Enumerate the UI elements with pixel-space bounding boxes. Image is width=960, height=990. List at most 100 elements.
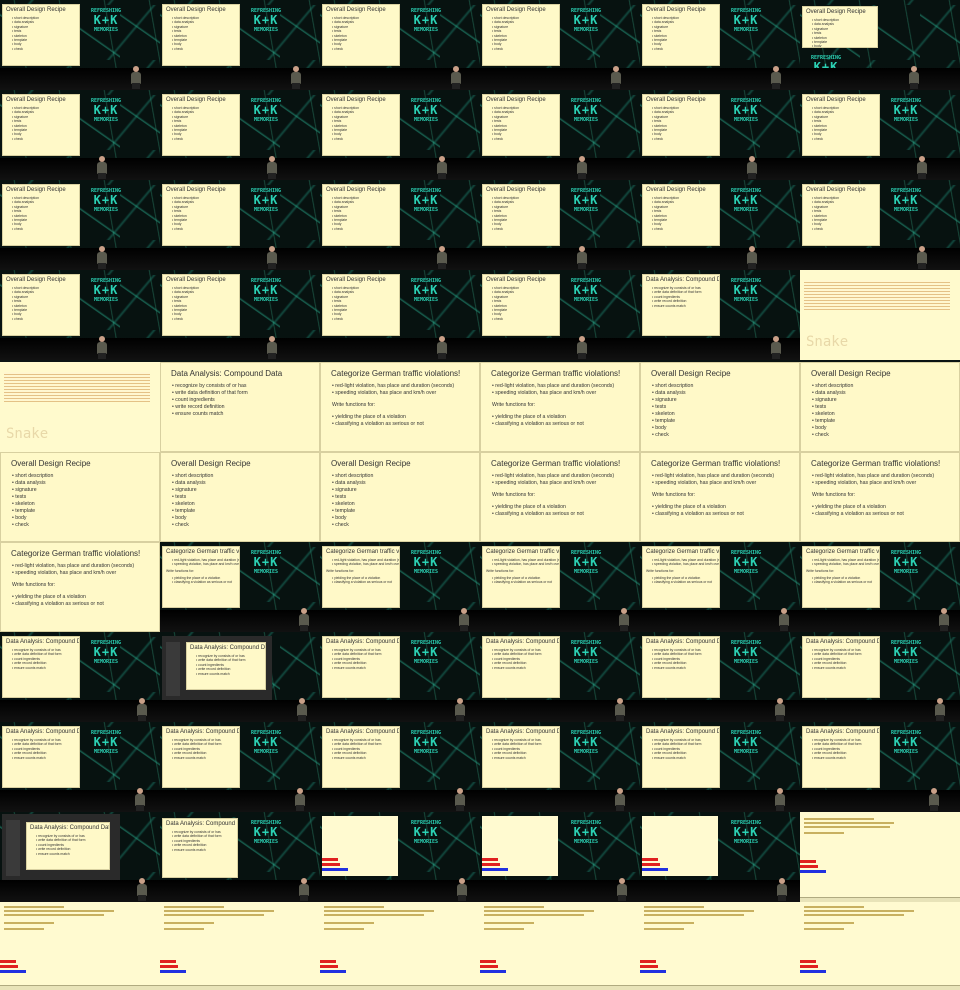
video-frame[interactable]: REFRESHING K+K MEMORIES xyxy=(320,812,480,902)
video-frame[interactable]: Data Analysis: Compound Data recognize by… xyxy=(160,722,320,812)
video-frame[interactable]: Data Analysis: Compound Data recognize by… xyxy=(0,722,160,812)
stage xyxy=(640,158,800,180)
speaker-legs xyxy=(578,173,586,179)
slide-bullet: signature xyxy=(812,397,959,404)
video-frame[interactable]: Categorize German traffic violations! red… xyxy=(480,362,640,452)
code-editor[interactable] xyxy=(322,816,398,876)
code-editor[interactable] xyxy=(642,816,718,876)
bar-image xyxy=(800,970,826,973)
video-frame[interactable] xyxy=(800,812,960,902)
video-frame[interactable]: Overall Design Recipe short descriptionda… xyxy=(160,452,320,542)
logo-line: MEMORIES xyxy=(413,117,439,123)
slide-sub-bullets: yielding the place of a violationclassif… xyxy=(643,576,719,585)
video-frame[interactable]: Overall Design Recipe short descriptionda… xyxy=(480,0,640,90)
video-frame[interactable]: Data Analysis: Compound Data recognize by… xyxy=(160,362,320,452)
code-editor[interactable] xyxy=(482,816,558,876)
code-editor[interactable] xyxy=(480,902,640,990)
speaker-figure xyxy=(770,336,782,359)
video-frame[interactable]: Categorize German traffic violations! red… xyxy=(320,362,480,452)
code-editor[interactable] xyxy=(800,902,960,990)
video-frame[interactable]: Overall Design Recipe short descriptionda… xyxy=(800,90,960,180)
slide-bullet: ensure counts match xyxy=(196,672,265,676)
video-frame[interactable]: Overall Design Recipe short descriptionda… xyxy=(320,452,480,542)
video-frame[interactable]: Data Analysis: Compound Data recognize by… xyxy=(800,632,960,722)
video-frame[interactable] xyxy=(800,902,960,990)
code-editor[interactable] xyxy=(320,902,480,990)
video-frame[interactable]: Data Analysis: Compound Data recognize by… xyxy=(320,632,480,722)
video-frame[interactable]: Categorize German traffic violations! red… xyxy=(640,542,800,632)
video-frame[interactable]: Data Analysis: Compound Data recognize by… xyxy=(160,632,320,722)
video-frame[interactable]: Overall Design Recipe short descriptionda… xyxy=(160,180,320,270)
slide-bullet: check xyxy=(172,317,239,321)
video-frame[interactable]: Categorize German traffic violations! red… xyxy=(160,542,320,632)
code-editor[interactable] xyxy=(800,812,960,902)
video-frame[interactable]: Data Analysis: Compound Data recognize by… xyxy=(480,632,640,722)
slide-title: Overall Design Recipe xyxy=(6,97,66,103)
video-frame[interactable]: Overall Design Recipe short descriptionda… xyxy=(480,90,640,180)
video-frame[interactable]: Overall Design Recipe short descriptionda… xyxy=(160,270,320,360)
video-frame[interactable]: Overall Design Recipe short descriptionda… xyxy=(0,270,160,360)
video-frame[interactable]: Overall Design Recipe short descriptionda… xyxy=(320,270,480,360)
video-frame[interactable]: Overall Design Recipe short descriptionda… xyxy=(320,90,480,180)
video-frame[interactable]: Categorize German traffic violations! red… xyxy=(480,452,640,542)
video-frame[interactable]: Overall Design Recipe short descriptionda… xyxy=(640,90,800,180)
video-frame[interactable]: Overall Design Recipe short descriptionda… xyxy=(640,180,800,270)
video-frame[interactable]: Overall Design Recipe short descriptionda… xyxy=(160,90,320,180)
slide-traffic: Categorize German traffic violations! red… xyxy=(480,452,640,542)
video-frame[interactable]: Overall Design Recipe short descriptionda… xyxy=(800,180,960,270)
logo-line: MEMORIES xyxy=(93,297,119,303)
video-frame[interactable]: Categorize German traffic violations! red… xyxy=(800,542,960,632)
slide-bullet: red-light violation, has place and durat… xyxy=(492,473,639,480)
video-frame[interactable]: Snake xyxy=(0,362,160,452)
slide-analysis: Data Analysis: Compound Data recognize by… xyxy=(322,636,400,698)
video-frame[interactable]: Categorize German traffic violations! red… xyxy=(480,542,640,632)
video-frame[interactable]: Overall Design Recipe short descriptionda… xyxy=(320,180,480,270)
logo-mark: K+K xyxy=(733,645,759,659)
video-frame[interactable]: Data Analysis: Compound Data recognize by… xyxy=(160,812,320,902)
video-frame[interactable]: Categorize German traffic violations! red… xyxy=(800,452,960,542)
video-frame[interactable]: Overall Design Recipe short descriptionda… xyxy=(800,362,960,452)
video-frame[interactable] xyxy=(640,902,800,990)
video-frame[interactable]: Overall Design Recipe short descriptionda… xyxy=(0,0,160,90)
video-frame[interactable]: Overall Design Recipe short descriptionda… xyxy=(160,0,320,90)
speaker-legs xyxy=(458,895,466,901)
logo-line: MEMORIES xyxy=(413,207,439,213)
video-frame[interactable]: Data Analysis: Compound Data recognize by… xyxy=(0,812,160,902)
editor-status-bar xyxy=(480,985,640,990)
video-frame[interactable] xyxy=(480,902,640,990)
video-frame[interactable]: Categorize German traffic violations! red… xyxy=(0,542,160,632)
slide-bullet: red-light violation, has place and durat… xyxy=(332,383,479,390)
dark-editor-window[interactable]: Data Analysis: Compound Data recognize by… xyxy=(2,814,120,880)
slide-bullet: speeding violation, has place and km/h o… xyxy=(652,562,719,566)
video-frame[interactable]: Categorize German traffic violations! red… xyxy=(640,452,800,542)
video-frame[interactable]: Overall Design Recipe short descriptionda… xyxy=(0,180,160,270)
video-frame[interactable] xyxy=(160,902,320,990)
video-frame[interactable]: Data Analysis: Compound Data recognize by… xyxy=(640,722,800,812)
video-frame[interactable]: Data Analysis: Compound Data recognize by… xyxy=(640,270,800,360)
video-frame[interactable]: Data Analysis: Compound Data recognize by… xyxy=(320,722,480,812)
video-frame[interactable]: Overall Design Recipe short descriptionda… xyxy=(320,0,480,90)
video-frame[interactable]: REFRESHING K+K MEMORIES xyxy=(480,812,640,902)
video-frame[interactable]: Overall Design Recipe short descriptionda… xyxy=(480,180,640,270)
video-frame[interactable] xyxy=(320,902,480,990)
video-frame[interactable]: Snake xyxy=(800,270,960,360)
video-frame[interactable]: Data Analysis: Compound Data recognize by… xyxy=(800,722,960,812)
video-frame[interactable]: Overall Design Recipe short descriptionda… xyxy=(480,270,640,360)
video-frame[interactable]: REFRESHING K+K MEMORIES xyxy=(640,812,800,902)
code-editor[interactable] xyxy=(640,902,800,990)
code-editor[interactable] xyxy=(0,902,160,990)
video-frame[interactable]: Overall Design Recipe short descriptionda… xyxy=(640,0,800,90)
video-frame[interactable]: Overall Design Recipe short descriptionda… xyxy=(0,452,160,542)
video-frame[interactable]: Data Analysis: Compound Data recognize by… xyxy=(0,632,160,722)
video-frame[interactable]: Categorize German traffic violations! red… xyxy=(320,542,480,632)
video-frame[interactable]: Data Analysis: Compound Data recognize by… xyxy=(640,632,800,722)
video-frame[interactable] xyxy=(0,902,160,990)
slide-bullets: short descriptiondata analysissignaturet… xyxy=(323,196,399,231)
video-frame[interactable]: Data Analysis: Compound Data recognize by… xyxy=(480,722,640,812)
video-frame[interactable]: Overall Design Recipe short descriptionda… xyxy=(800,0,960,90)
code-editor[interactable] xyxy=(160,902,320,990)
bar-image xyxy=(480,960,496,963)
video-frame[interactable]: Overall Design Recipe short descriptionda… xyxy=(640,362,800,452)
dark-editor-window[interactable]: Data Analysis: Compound Data recognize by… xyxy=(162,636,272,700)
video-frame[interactable]: Overall Design Recipe short descriptionda… xyxy=(0,90,160,180)
